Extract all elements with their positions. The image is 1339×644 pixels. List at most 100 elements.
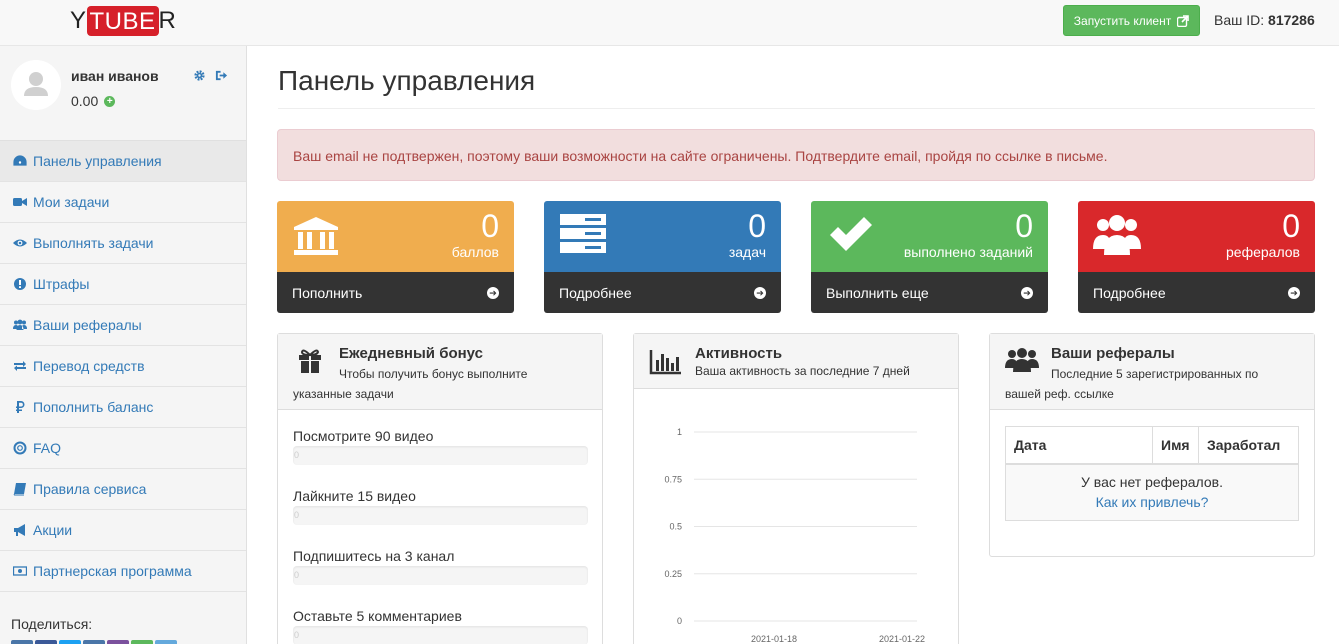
sidebar-item-promotions[interactable]: Акции — [0, 510, 246, 551]
y-tick-label: 0 — [677, 616, 682, 626]
referrals-panel: Ваши рефералы Последние 5 зарегистрирова… — [989, 333, 1315, 557]
sidebar-item-label: Правила сервиса — [33, 481, 147, 497]
y-tick-label: 0.25 — [664, 569, 682, 579]
bonus-task-progress: 0 — [293, 446, 588, 465]
stat-completed-action: Выполнить еще — [826, 284, 929, 301]
logo-letter-r: R — [158, 7, 177, 34]
sidebar: иван иванов 0.00 + Панель управления Мои… — [0, 46, 247, 644]
y-tick-label: 1 — [677, 427, 682, 437]
add-funds-icon[interactable]: + — [104, 95, 116, 107]
daily-bonus-panel: Ежедневный бонус Чтобы получить бонус вы… — [277, 333, 603, 644]
sidebar-item-my-tasks[interactable]: Мои задачи — [0, 182, 246, 223]
exchange-icon — [13, 359, 27, 373]
bonus-task-label: Посмотрите 90 видео — [293, 428, 434, 444]
eye-icon — [13, 236, 27, 250]
bonus-task-progress: 0 — [293, 506, 588, 525]
sidebar-item-partner[interactable]: Партнерская программа — [0, 551, 246, 592]
sidebar-item-faq[interactable]: FAQ — [0, 428, 246, 469]
share-facebook-button[interactable] — [35, 640, 57, 644]
arrow-right-icon: ➔ — [487, 286, 499, 299]
stat-points-action: Пополнить — [292, 284, 363, 301]
email-alert: Ваш email не подтвержен, поэтому ваши во… — [277, 129, 1315, 181]
users-icon — [1093, 215, 1141, 255]
share-telegram-button[interactable] — [155, 640, 177, 644]
how-to-attract-link[interactable]: Как их привлечь? — [1096, 494, 1209, 510]
sidebar-item-label: Мои задачи — [33, 194, 110, 210]
activity-subtitle: Ваша активность за последние 7 дней — [695, 364, 910, 378]
bullhorn-icon — [13, 523, 27, 537]
avatar — [11, 60, 61, 110]
table-header-row: Дата Имя Заработал — [1005, 426, 1299, 465]
user-balance: 0.00 + — [71, 93, 116, 109]
top-up-link[interactable]: Пополнить ➔ — [277, 272, 514, 313]
stat-points-label: баллов — [451, 244, 499, 260]
stat-referrals-value: 0 — [1282, 208, 1300, 244]
share-whatsapp-button[interactable] — [131, 640, 153, 644]
referrals-details-link[interactable]: Подробнее ➔ — [1078, 272, 1315, 313]
daily-bonus-title: Ежедневный бонус — [339, 345, 483, 362]
users-icon — [13, 318, 27, 332]
profile-block: иван иванов 0.00 + — [0, 46, 246, 141]
bonus-task-progress: 0 — [293, 566, 588, 585]
sidebar-item-top-up[interactable]: Пополнить баланс — [0, 387, 246, 428]
gear-icon[interactable] — [193, 69, 206, 82]
stat-referrals-action: Подробнее — [1093, 284, 1166, 301]
title-divider — [278, 108, 1315, 109]
sidebar-item-penalties[interactable]: Штрафы — [0, 264, 246, 305]
money-icon — [13, 564, 27, 578]
sidebar-item-referrals[interactable]: Ваши рефералы — [0, 305, 246, 346]
launch-client-button[interactable]: Запустить клиент — [1063, 5, 1200, 36]
sidebar-item-label: Штрафы — [33, 276, 90, 292]
default-avatar-icon — [11, 60, 61, 110]
daily-bonus-header: Ежедневный бонус Чтобы получить бонус вы… — [278, 334, 602, 410]
sidebar-menu: Панель управления Мои задачи Выполнять з… — [0, 141, 246, 592]
logo-tube: TUBE — [86, 6, 159, 36]
share-ok-button[interactable] — [83, 640, 105, 644]
sidebar-item-transfer[interactable]: Перевод средств — [0, 346, 246, 387]
bonus-task-label: Оставьте 5 комментариев — [293, 608, 462, 624]
user-id-display: Ваш ID: 817286 — [1214, 12, 1315, 28]
referrals-table: Дата Имя Заработал У вас нет рефералов. … — [1005, 426, 1299, 521]
sidebar-item-label: FAQ — [33, 440, 62, 456]
stat-referrals: 0 рефералов Подробнее ➔ — [1078, 201, 1315, 313]
y-tick-label: 0.75 — [664, 474, 682, 484]
balance-value: 0.00 — [71, 93, 99, 109]
empty-state-cell: У вас нет рефералов. Как их привлечь? — [1005, 463, 1299, 521]
tasks-details-link[interactable]: Подробнее ➔ — [544, 272, 781, 313]
x-tick-label: 2021-01-18 — [751, 634, 797, 644]
stat-completed-label: выполнено заданий — [903, 244, 1033, 260]
stat-tasks-label: задач — [728, 244, 766, 260]
user-id-value: 817286 — [1268, 12, 1315, 28]
launch-client-label: Запустить клиент — [1073, 13, 1172, 28]
referrals-title: Ваши рефералы — [1051, 345, 1175, 362]
share-twitter-button[interactable] — [59, 640, 81, 644]
sidebar-item-label: Панель управления — [33, 153, 162, 169]
tasks-list-icon — [560, 214, 606, 253]
bonus-task-progress: 0 — [293, 626, 588, 644]
top-navbar: Y TUBE R Запустить клиент Ваш ID: 817286 — [0, 0, 1339, 46]
profile-actions — [193, 69, 228, 82]
column-header-earned: Заработал — [1198, 426, 1299, 465]
arrow-right-icon: ➔ — [754, 286, 766, 299]
sidebar-item-rules[interactable]: Правила сервиса — [0, 469, 246, 510]
logout-icon[interactable] — [215, 69, 228, 82]
stat-completed-value: 0 — [1015, 208, 1033, 244]
logo-letter-y: Y — [70, 7, 87, 34]
sidebar-item-label: Перевод средств — [33, 358, 145, 374]
stat-points: 0 баллов Пополнить ➔ — [277, 201, 514, 313]
area-chart-icon — [649, 350, 681, 375]
sidebar-item-label: Акции — [33, 522, 73, 538]
x-tick-label: 2021-01-22 — [879, 634, 925, 644]
stat-tasks-value: 0 — [748, 208, 766, 244]
share-viber-button[interactable] — [107, 640, 129, 644]
do-more-link[interactable]: Выполнить еще ➔ — [811, 272, 1048, 313]
sidebar-item-do-tasks[interactable]: Выполнять задачи — [0, 223, 246, 264]
page-title: Панель управления — [278, 65, 536, 96]
sidebar-item-dashboard[interactable]: Панель управления — [0, 141, 246, 182]
exclamation-circle-icon — [13, 277, 27, 291]
sidebar-item-label: Пополнить баланс — [33, 399, 154, 415]
user-id-label: Ваш ID: — [1214, 12, 1265, 28]
empty-state-text: У вас нет рефералов. — [1081, 474, 1223, 491]
share-vk-button[interactable] — [11, 640, 33, 644]
logo[interactable]: Y TUBE R — [70, 6, 176, 36]
